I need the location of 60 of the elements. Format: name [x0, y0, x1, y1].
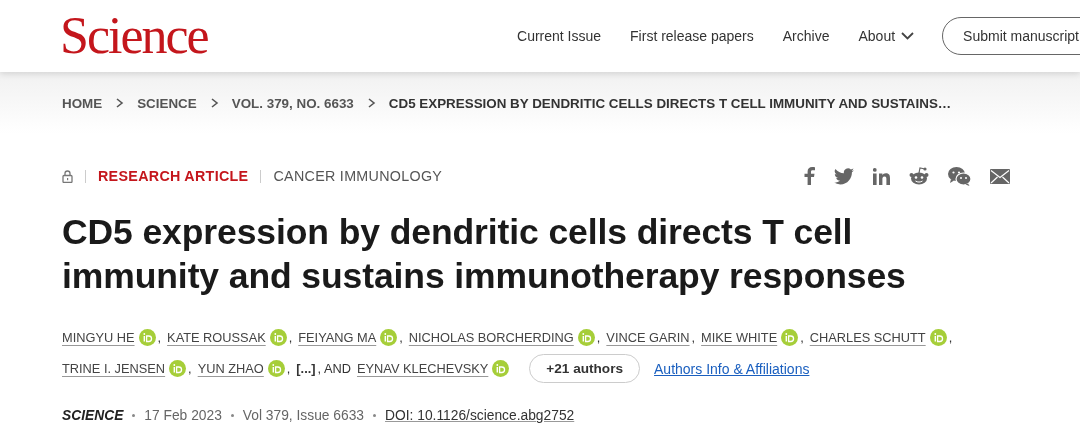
nav-link[interactable]: Archive: [782, 28, 830, 44]
chevron-icon: [209, 98, 219, 108]
topic-label[interactable]: CANCER IMMUNOLOGY: [273, 168, 443, 184]
author-separator: ,: [157, 330, 162, 345]
volume-issue: Vol 379, Issue 6633: [242, 408, 365, 423]
publication-date: 17 Feb 2023: [144, 408, 222, 423]
article-type-label: RESEARCH ARTICLE: [98, 168, 249, 184]
facebook-icon[interactable]: [803, 167, 815, 185]
author-link[interactable]: MINGYU HE: [62, 330, 135, 345]
lock-icon: [62, 169, 73, 183]
author-link[interactable]: NICHOLAS BORCHERDING: [408, 330, 574, 345]
doi-link[interactable]: DOI: 10.1126/science.abg2752: [385, 408, 575, 423]
author-separator: ,: [691, 330, 696, 345]
orcid-icon[interactable]: [929, 329, 947, 346]
reddit-icon[interactable]: [909, 167, 929, 185]
author-link[interactable]: MIKE WHITE: [701, 330, 778, 345]
more-authors-ellipsis[interactable]: [...]: [296, 361, 316, 376]
author-link[interactable]: EYNAV KLECHEVSKY: [357, 361, 489, 376]
submit-manuscript-button[interactable]: Submit manuscript: [942, 17, 1080, 55]
author-separator: ,: [188, 361, 192, 376]
breadcrumb-link[interactable]: SCIENCE: [137, 95, 197, 111]
author-link[interactable]: YUN ZHAO: [197, 361, 264, 376]
orcid-icon[interactable]: [781, 329, 799, 346]
journal-name: SCIENCE: [62, 408, 124, 423]
email-icon[interactable]: [990, 168, 1010, 184]
author-separator: ,: [286, 361, 291, 376]
orcid-icon[interactable]: [138, 329, 156, 346]
chevron-icon: [366, 98, 376, 108]
author-link[interactable]: CHARLES SCHUTT: [809, 330, 926, 345]
breadcrumb-link[interactable]: CD5 EXPRESSION BY DENDRITIC CELLS DIRECTS T CELL IMMUNITY AND SUSTAINS…: [388, 95, 952, 111]
nav-link[interactable]: Current Issue: [517, 28, 602, 44]
orcid-icon[interactable]: [380, 329, 398, 346]
author-link[interactable]: TRINE I. JENSEN: [62, 361, 166, 376]
chevron-down-icon: [901, 32, 915, 40]
linkedin-icon[interactable]: [873, 167, 890, 185]
article-title: CD5 expression by dendritic cells directs T cell immunity and sustains immunotherapy responses: [62, 211, 907, 298]
wechat-icon[interactable]: [948, 166, 971, 186]
breadcrumb-link[interactable]: VOL. 379, NO. 6633: [231, 95, 354, 111]
nav-link[interactable]: About: [858, 28, 915, 44]
orcid-icon[interactable]: [267, 360, 285, 377]
orcid-icon[interactable]: [577, 329, 595, 346]
twitter-icon[interactable]: [834, 167, 854, 185]
nav-link[interactable]: First release papers: [630, 28, 754, 44]
author-link[interactable]: VINCE GARIN: [606, 330, 690, 345]
author-separator: ,: [596, 330, 601, 345]
chevron-icon: [115, 98, 125, 108]
orcid-icon[interactable]: [169, 360, 187, 377]
orcid-icon[interactable]: [492, 360, 510, 377]
author-separator: ,: [288, 330, 293, 345]
author-link[interactable]: FEIYANG MA: [298, 330, 377, 345]
orcid-icon[interactable]: [269, 329, 287, 346]
breadcrumb-link[interactable]: HOME: [62, 95, 103, 111]
author-separator: ,: [800, 330, 804, 345]
affiliations-link[interactable]: Authors Info & Affiliations: [654, 360, 810, 377]
author-link[interactable]: KATE ROUSSAK: [167, 330, 266, 345]
author-separator: ,: [948, 330, 953, 345]
more-authors-button[interactable]: +21 authors: [529, 354, 641, 383]
author-separator: , AND: [317, 361, 351, 376]
science-logo[interactable]: Science: [60, 10, 208, 62]
author-separator: ,: [399, 330, 403, 345]
